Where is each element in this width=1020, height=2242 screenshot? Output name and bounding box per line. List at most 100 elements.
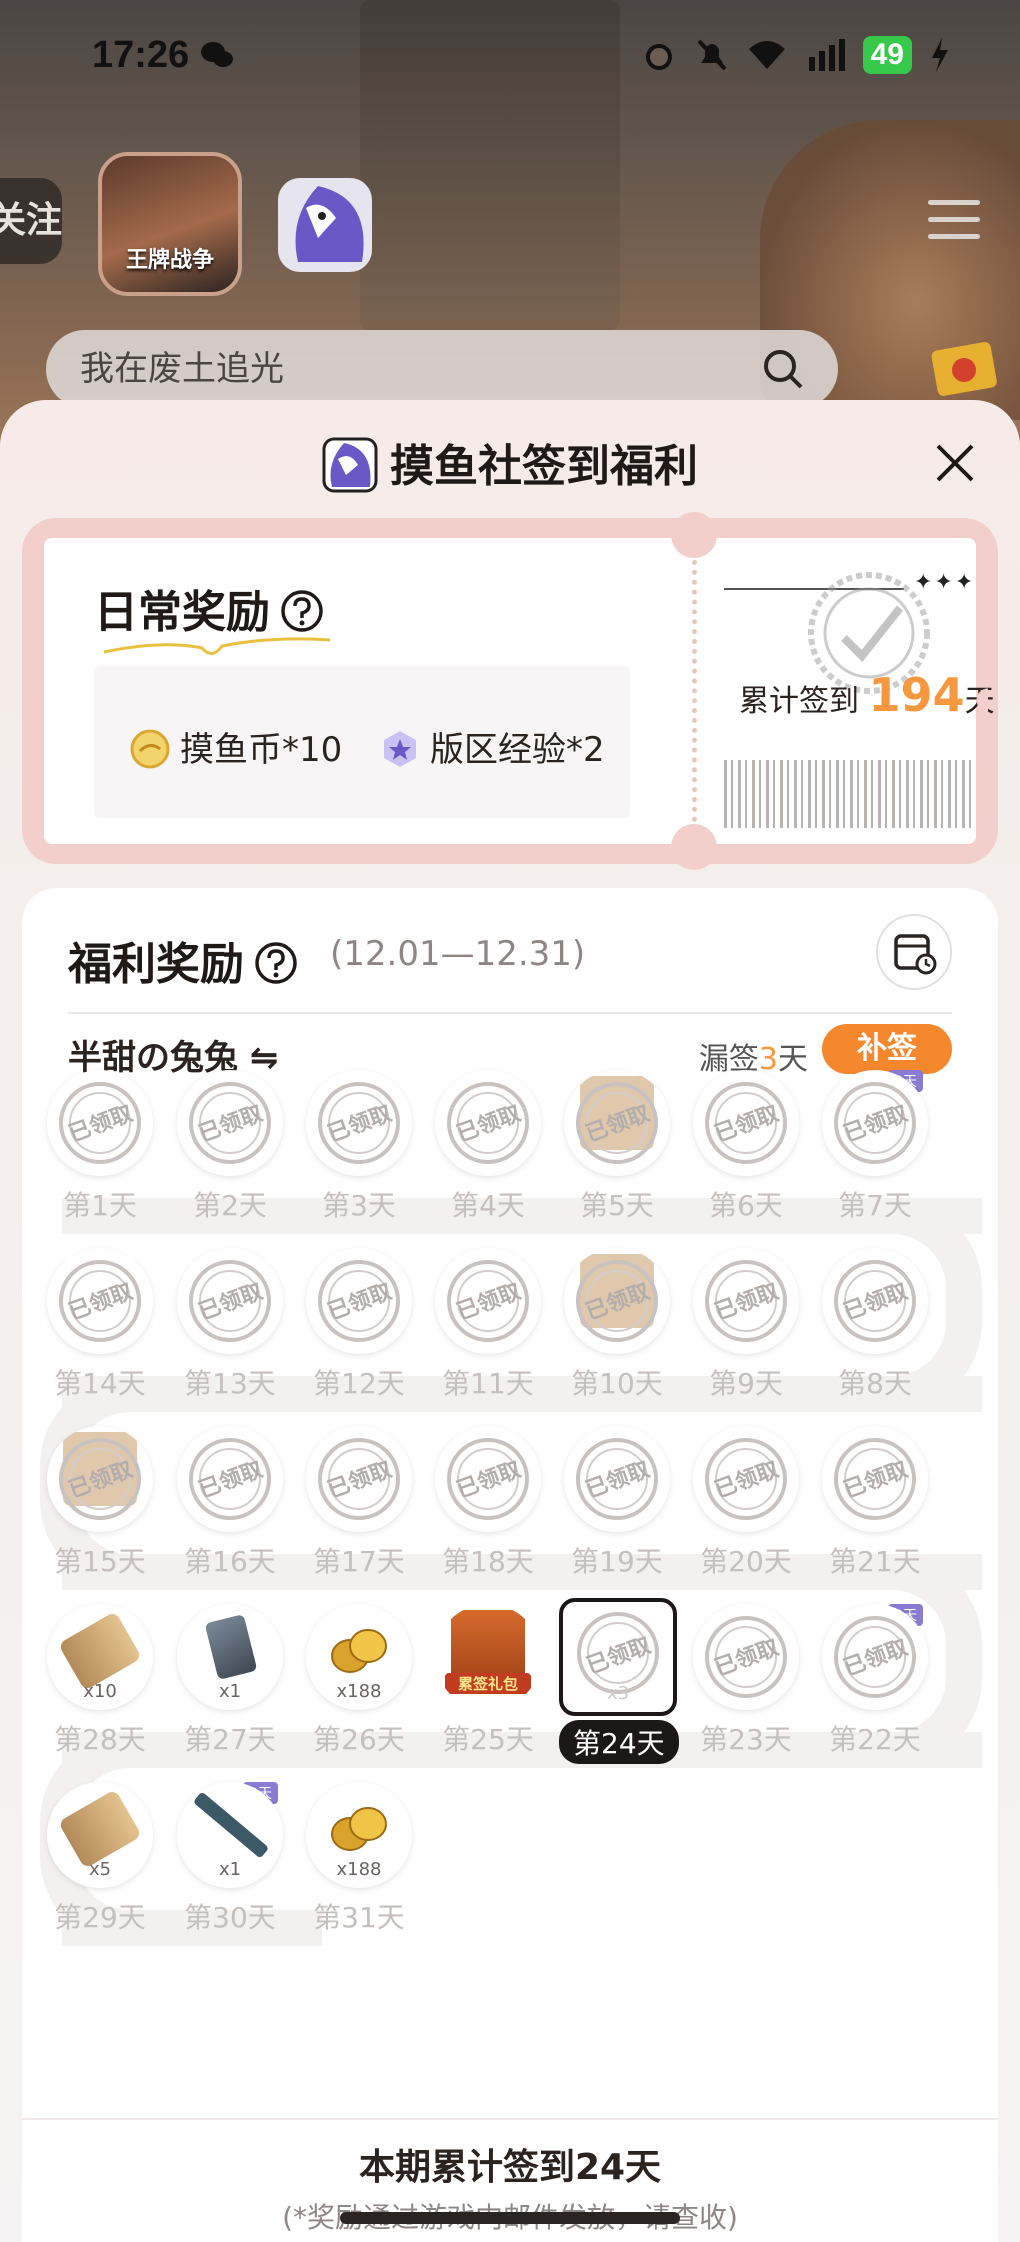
day-label: 第13天 xyxy=(184,1367,276,1400)
day-reward: 已领取 xyxy=(693,1604,799,1710)
day-cell[interactable]: 已领取 第6天 xyxy=(688,1070,804,1230)
follow-button[interactable]: 关注 xyxy=(0,178,62,264)
day-label: 第27天 xyxy=(184,1723,276,1756)
day-cell[interactable]: 已领取 第12天 xyxy=(301,1248,417,1408)
moyu-logo-icon xyxy=(322,437,378,493)
day-reward: x188 xyxy=(306,1782,412,1888)
day-label: 第10天 xyxy=(571,1367,663,1400)
coin-item-icon xyxy=(328,1800,390,1856)
day-reward: 已领取 xyxy=(822,1070,928,1176)
search-input[interactable]: 我在废土追光 xyxy=(46,330,838,408)
day-cell[interactable]: 3天已领取第7天 xyxy=(817,1070,933,1230)
day-cell[interactable]: 已领取 第23天 xyxy=(688,1604,804,1764)
day-label: 第15天 xyxy=(54,1545,146,1578)
charging-icon xyxy=(932,38,948,72)
alarm-icon xyxy=(645,44,672,70)
day-cell[interactable]: 已领取第15天 xyxy=(42,1426,158,1586)
day-cell[interactable]: 3天已领取第22天 xyxy=(817,1604,933,1764)
day-cell[interactable]: 已领取 第8天 xyxy=(817,1248,933,1408)
day-cell[interactable]: x188 第31天 xyxy=(301,1782,417,1942)
day-reward: 已领取 xyxy=(435,1248,541,1354)
day-cell[interactable]: x1 第27天 xyxy=(172,1604,288,1764)
day-cell[interactable]: 已领取 第14天 xyxy=(42,1248,158,1408)
home-indicator[interactable] xyxy=(340,2212,680,2224)
day-cell[interactable]: 已领取 第1天 xyxy=(42,1070,158,1230)
cumulative-suffix: 天 xyxy=(964,684,995,719)
calendar-clock-icon xyxy=(894,934,937,975)
coin-item-icon xyxy=(328,1622,390,1678)
day-label: 第5天 xyxy=(580,1189,654,1222)
day-reward: 已领取 xyxy=(47,1426,153,1532)
day-cell[interactable]: x188 第26天 xyxy=(301,1604,417,1764)
close-icon[interactable] xyxy=(930,438,980,488)
period-total: 本期累计签到24天 xyxy=(358,2147,662,2188)
day-cell[interactable]: 3天x1第30天 xyxy=(172,1782,288,1942)
history-calendar-button[interactable] xyxy=(876,914,952,990)
day-cell[interactable]: 已领取 第5天 xyxy=(559,1070,675,1230)
makeup-signin-button[interactable]: 补签 xyxy=(822,1024,952,1074)
day-cell[interactable]: 已领取第17天 xyxy=(301,1426,417,1586)
benefits-date-range: (12.01—12.31) xyxy=(330,934,586,974)
ticket-notch-top xyxy=(671,512,717,558)
day-reward: 已领取 xyxy=(822,1426,928,1532)
reward-coin: 摸鱼币*10 xyxy=(130,722,342,771)
day-reward: 已领取 xyxy=(306,1426,412,1532)
day-label: 第2天 xyxy=(193,1189,267,1222)
day-cell[interactable]: 已领取 第9天 xyxy=(688,1248,804,1408)
checkin-envelope-icon[interactable] xyxy=(928,332,1000,404)
day-cell[interactable]: 已领取 第4天 xyxy=(430,1070,546,1230)
sheet-title-text: 摸鱼社签到福利 xyxy=(390,441,698,492)
day-cell[interactable]: 已领取第20天 xyxy=(688,1426,804,1586)
day-reward: x1 xyxy=(177,1782,283,1888)
cumulative-prefix: 累计签到 xyxy=(739,684,859,719)
footer-divider xyxy=(22,2118,998,2120)
fish-icon xyxy=(295,186,364,262)
signin-sheet: 摸鱼社签到福利 日常奖励 摸鱼币*10 版区经验*2 ✦✦✦ 累计签到 194天… xyxy=(0,400,1020,2242)
day-reward: x5 xyxy=(47,1782,153,1888)
day-cell[interactable]: 累签礼包 第25天 xyxy=(430,1604,546,1764)
search-icon[interactable] xyxy=(762,348,804,390)
day-label: 第8天 xyxy=(838,1367,912,1400)
day-reward: 已领取 xyxy=(306,1070,412,1176)
ticket-body: 日常奖励 摸鱼币*10 版区经验*2 ✦✦✦ 累计签到 194天 xyxy=(32,512,995,870)
search-placeholder: 我在废土追光 xyxy=(80,349,284,389)
day-cell[interactable]: 已领取 x3 第24天 xyxy=(559,1598,679,1764)
day-label: 第19天 xyxy=(571,1545,663,1578)
help-icon[interactable] xyxy=(280,589,324,633)
day-cell[interactable]: 已领取第11天 xyxy=(430,1248,546,1408)
day-label: 第6天 xyxy=(709,1189,783,1222)
gun-item-icon xyxy=(192,1791,270,1859)
day-cell[interactable]: 已领取 第18天 xyxy=(430,1426,546,1586)
help-icon[interactable] xyxy=(254,941,298,985)
day-cell[interactable]: 已领取 第3天 xyxy=(301,1070,417,1230)
day-cell[interactable]: 已领取 第21天 xyxy=(817,1426,933,1586)
day-label: 第17天 xyxy=(313,1545,405,1578)
day-label: 第20天 xyxy=(700,1545,792,1578)
day-reward: 已领取 xyxy=(435,1426,541,1532)
mute-bell-icon xyxy=(697,39,727,71)
day-cell[interactable]: x5 第29天 xyxy=(42,1782,158,1942)
moyu-app-icon[interactable] xyxy=(278,178,372,272)
game-avatar[interactable]: 王牌战争 xyxy=(98,152,242,296)
day-label: 第11天 xyxy=(442,1367,534,1400)
arrow-item-icon xyxy=(57,1789,143,1869)
day-cell[interactable]: 已领取 第2天 xyxy=(172,1070,288,1230)
day-reward: 已领取 xyxy=(564,1426,670,1532)
day-cell[interactable]: 已领取 第13天 xyxy=(172,1248,288,1408)
reward-quantity: x188 xyxy=(336,1681,382,1702)
day-label: 第22天 xyxy=(829,1723,921,1756)
day-cell[interactable]: 已领取 第10天 xyxy=(559,1248,675,1408)
reward-quantity: x10 xyxy=(83,1681,117,1702)
day-label: 第4天 xyxy=(451,1189,525,1222)
day-label: 第1天 xyxy=(63,1189,137,1222)
reward-exp-label: 版区经验*2 xyxy=(430,730,605,770)
menu-icon[interactable] xyxy=(928,200,980,244)
day-cell[interactable]: 已领取 第16天 xyxy=(172,1426,288,1586)
day-cell[interactable]: 已领取第19天 xyxy=(559,1426,675,1586)
day-cell[interactable]: x10 第28天 xyxy=(42,1604,158,1764)
benefits-title: 福利奖励 xyxy=(68,928,298,992)
reward-exp: 版区经验*2 xyxy=(380,722,605,771)
sheet-title: 摸鱼社签到福利 xyxy=(0,430,1020,494)
day-reward: 已领取 xyxy=(693,1426,799,1532)
day-reward: x1 xyxy=(177,1604,283,1710)
